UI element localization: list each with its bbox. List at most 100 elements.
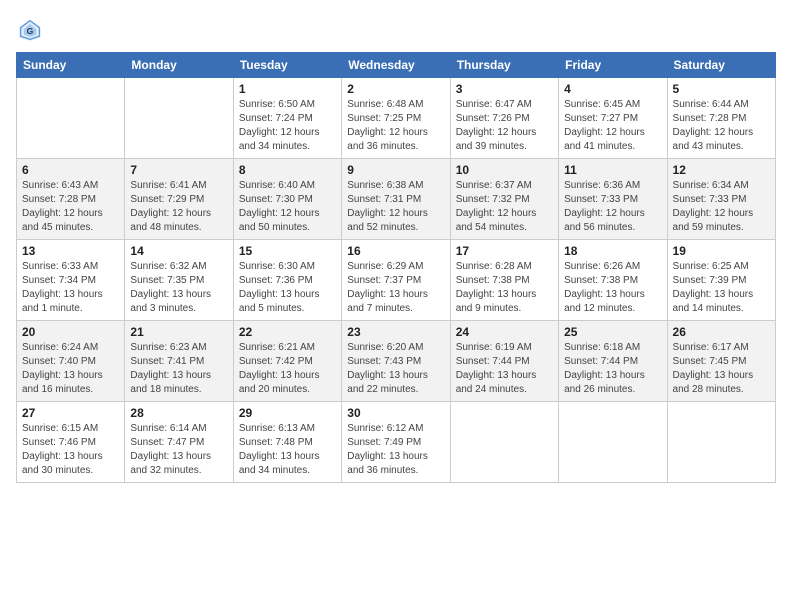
calendar-day-cell: 23 Sunrise: 6:20 AM Sunset: 7:43 PM Dayli…: [342, 321, 450, 402]
day-info: Sunrise: 6:23 AM Sunset: 7:41 PM Dayligh…: [130, 341, 227, 397]
day-header-sunday: Sunday: [17, 53, 125, 78]
calendar-day-cell: 13 Sunrise: 6:33 AM Sunset: 7:34 PM Dayli…: [17, 240, 125, 321]
calendar-day-cell: [17, 78, 125, 159]
day-number: 3: [456, 82, 553, 96]
calendar-day-cell: 2 Sunrise: 6:48 AM Sunset: 7:25 PM Daylig…: [342, 78, 450, 159]
calendar-day-cell: 8 Sunrise: 6:40 AM Sunset: 7:30 PM Daylig…: [233, 159, 341, 240]
calendar-table: SundayMondayTuesdayWednesdayThursdayFrid…: [16, 52, 776, 483]
day-info: Sunrise: 6:44 AM Sunset: 7:28 PM Dayligh…: [673, 98, 770, 154]
day-header-tuesday: Tuesday: [233, 53, 341, 78]
day-info: Sunrise: 6:32 AM Sunset: 7:35 PM Dayligh…: [130, 260, 227, 316]
calendar-day-cell: 20Sunrise: 6:24 AM Sunset: 7:40 PM Dayli…: [17, 321, 125, 402]
calendar-day-cell: 7 Sunrise: 6:41 AM Sunset: 7:29 PM Daylig…: [125, 159, 233, 240]
day-info: Sunrise: 6:41 AM Sunset: 7:29 PM Dayligh…: [130, 179, 227, 235]
day-info: Sunrise: 6:15 AM Sunset: 7:46 PM Dayligh…: [22, 422, 119, 478]
day-number: 5: [673, 82, 770, 96]
calendar-day-cell: 16Sunrise: 6:29 AM Sunset: 7:37 PM Dayli…: [342, 240, 450, 321]
day-number: 6: [22, 163, 119, 177]
calendar-week-row: 27 Sunrise: 6:15 AM Sunset: 7:46 PM Dayli…: [17, 402, 776, 483]
day-info: Sunrise: 6:26 AM Sunset: 7:38 PM Dayligh…: [564, 260, 661, 316]
day-number: 22: [239, 325, 336, 339]
day-number: 28: [130, 406, 227, 420]
day-info: Sunrise: 6:43 AM Sunset: 7:28 PM Dayligh…: [22, 179, 119, 235]
calendar-day-cell: 27 Sunrise: 6:15 AM Sunset: 7:46 PM Dayli…: [17, 402, 125, 483]
day-info: Sunrise: 6:47 AM Sunset: 7:26 PM Dayligh…: [456, 98, 553, 154]
calendar-day-cell: 29 Sunrise: 6:13 AM Sunset: 7:48 PM Dayli…: [233, 402, 341, 483]
calendar-day-cell: 19 Sunrise: 6:25 AM Sunset: 7:39 PM Dayli…: [667, 240, 775, 321]
day-info: Sunrise: 6:38 AM Sunset: 7:31 PM Dayligh…: [347, 179, 444, 235]
day-info: Sunrise: 6:12 AM Sunset: 7:49 PM Dayligh…: [347, 422, 444, 478]
calendar-day-cell: [667, 402, 775, 483]
day-info: Sunrise: 6:45 AM Sunset: 7:27 PM Dayligh…: [564, 98, 661, 154]
calendar-day-cell: 4 Sunrise: 6:45 AM Sunset: 7:27 PM Daylig…: [559, 78, 667, 159]
day-number: 19: [673, 244, 770, 258]
calendar-week-row: 20Sunrise: 6:24 AM Sunset: 7:40 PM Dayli…: [17, 321, 776, 402]
day-number: 23: [347, 325, 444, 339]
day-number: 18: [564, 244, 661, 258]
day-number: 1: [239, 82, 336, 96]
day-info: Sunrise: 6:17 AM Sunset: 7:45 PM Dayligh…: [673, 341, 770, 397]
day-number: 12: [673, 163, 770, 177]
calendar-day-cell: 10Sunrise: 6:37 AM Sunset: 7:32 PM Dayli…: [450, 159, 558, 240]
day-number: 2: [347, 82, 444, 96]
calendar-day-cell: 1 Sunrise: 6:50 AM Sunset: 7:24 PM Daylig…: [233, 78, 341, 159]
day-number: 24: [456, 325, 553, 339]
calendar-week-row: 13 Sunrise: 6:33 AM Sunset: 7:34 PM Dayli…: [17, 240, 776, 321]
page-header: G: [16, 16, 776, 44]
calendar-week-row: 6 Sunrise: 6:43 AM Sunset: 7:28 PM Daylig…: [17, 159, 776, 240]
calendar-day-cell: 3 Sunrise: 6:47 AM Sunset: 7:26 PM Daylig…: [450, 78, 558, 159]
calendar-day-cell: 25Sunrise: 6:18 AM Sunset: 7:44 PM Dayli…: [559, 321, 667, 402]
day-info: Sunrise: 6:37 AM Sunset: 7:32 PM Dayligh…: [456, 179, 553, 235]
calendar-header-row: SundayMondayTuesdayWednesdayThursdayFrid…: [17, 53, 776, 78]
day-info: Sunrise: 6:25 AM Sunset: 7:39 PM Dayligh…: [673, 260, 770, 316]
day-number: 15: [239, 244, 336, 258]
day-info: Sunrise: 6:18 AM Sunset: 7:44 PM Dayligh…: [564, 341, 661, 397]
svg-text:G: G: [27, 26, 34, 36]
day-header-saturday: Saturday: [667, 53, 775, 78]
calendar-day-cell: 17Sunrise: 6:28 AM Sunset: 7:38 PM Dayli…: [450, 240, 558, 321]
calendar-day-cell: 26Sunrise: 6:17 AM Sunset: 7:45 PM Dayli…: [667, 321, 775, 402]
calendar-day-cell: 28 Sunrise: 6:14 AM Sunset: 7:47 PM Dayli…: [125, 402, 233, 483]
day-info: Sunrise: 6:19 AM Sunset: 7:44 PM Dayligh…: [456, 341, 553, 397]
day-number: 9: [347, 163, 444, 177]
day-number: 14: [130, 244, 227, 258]
logo: G: [16, 16, 48, 44]
day-info: Sunrise: 6:33 AM Sunset: 7:34 PM Dayligh…: [22, 260, 119, 316]
calendar-day-cell: 5 Sunrise: 6:44 AM Sunset: 7:28 PM Daylig…: [667, 78, 775, 159]
calendar-day-cell: [125, 78, 233, 159]
day-number: 13: [22, 244, 119, 258]
calendar-day-cell: 22 Sunrise: 6:21 AM Sunset: 7:42 PM Dayli…: [233, 321, 341, 402]
day-number: 29: [239, 406, 336, 420]
day-number: 7: [130, 163, 227, 177]
calendar-day-cell: 9 Sunrise: 6:38 AM Sunset: 7:31 PM Daylig…: [342, 159, 450, 240]
day-info: Sunrise: 6:21 AM Sunset: 7:42 PM Dayligh…: [239, 341, 336, 397]
day-info: Sunrise: 6:20 AM Sunset: 7:43 PM Dayligh…: [347, 341, 444, 397]
calendar-day-cell: 15 Sunrise: 6:30 AM Sunset: 7:36 PM Dayli…: [233, 240, 341, 321]
calendar-week-row: 1 Sunrise: 6:50 AM Sunset: 7:24 PM Daylig…: [17, 78, 776, 159]
day-info: Sunrise: 6:50 AM Sunset: 7:24 PM Dayligh…: [239, 98, 336, 154]
day-info: Sunrise: 6:24 AM Sunset: 7:40 PM Dayligh…: [22, 341, 119, 397]
day-number: 17: [456, 244, 553, 258]
calendar-day-cell: 21Sunrise: 6:23 AM Sunset: 7:41 PM Dayli…: [125, 321, 233, 402]
day-header-wednesday: Wednesday: [342, 53, 450, 78]
day-number: 27: [22, 406, 119, 420]
day-info: Sunrise: 6:29 AM Sunset: 7:37 PM Dayligh…: [347, 260, 444, 316]
day-number: 8: [239, 163, 336, 177]
calendar-day-cell: 18 Sunrise: 6:26 AM Sunset: 7:38 PM Dayli…: [559, 240, 667, 321]
calendar-day-cell: [450, 402, 558, 483]
calendar-day-cell: 11 Sunrise: 6:36 AM Sunset: 7:33 PM Dayli…: [559, 159, 667, 240]
day-number: 4: [564, 82, 661, 96]
calendar-day-cell: 24 Sunrise: 6:19 AM Sunset: 7:44 PM Dayli…: [450, 321, 558, 402]
day-info: Sunrise: 6:40 AM Sunset: 7:30 PM Dayligh…: [239, 179, 336, 235]
day-number: 11: [564, 163, 661, 177]
day-number: 30: [347, 406, 444, 420]
calendar-day-cell: 6 Sunrise: 6:43 AM Sunset: 7:28 PM Daylig…: [17, 159, 125, 240]
day-header-thursday: Thursday: [450, 53, 558, 78]
logo-icon: G: [16, 16, 44, 44]
day-info: Sunrise: 6:14 AM Sunset: 7:47 PM Dayligh…: [130, 422, 227, 478]
calendar-day-cell: 30 Sunrise: 6:12 AM Sunset: 7:49 PM Dayli…: [342, 402, 450, 483]
day-info: Sunrise: 6:30 AM Sunset: 7:36 PM Dayligh…: [239, 260, 336, 316]
day-info: Sunrise: 6:48 AM Sunset: 7:25 PM Dayligh…: [347, 98, 444, 154]
day-info: Sunrise: 6:13 AM Sunset: 7:48 PM Dayligh…: [239, 422, 336, 478]
day-info: Sunrise: 6:36 AM Sunset: 7:33 PM Dayligh…: [564, 179, 661, 235]
